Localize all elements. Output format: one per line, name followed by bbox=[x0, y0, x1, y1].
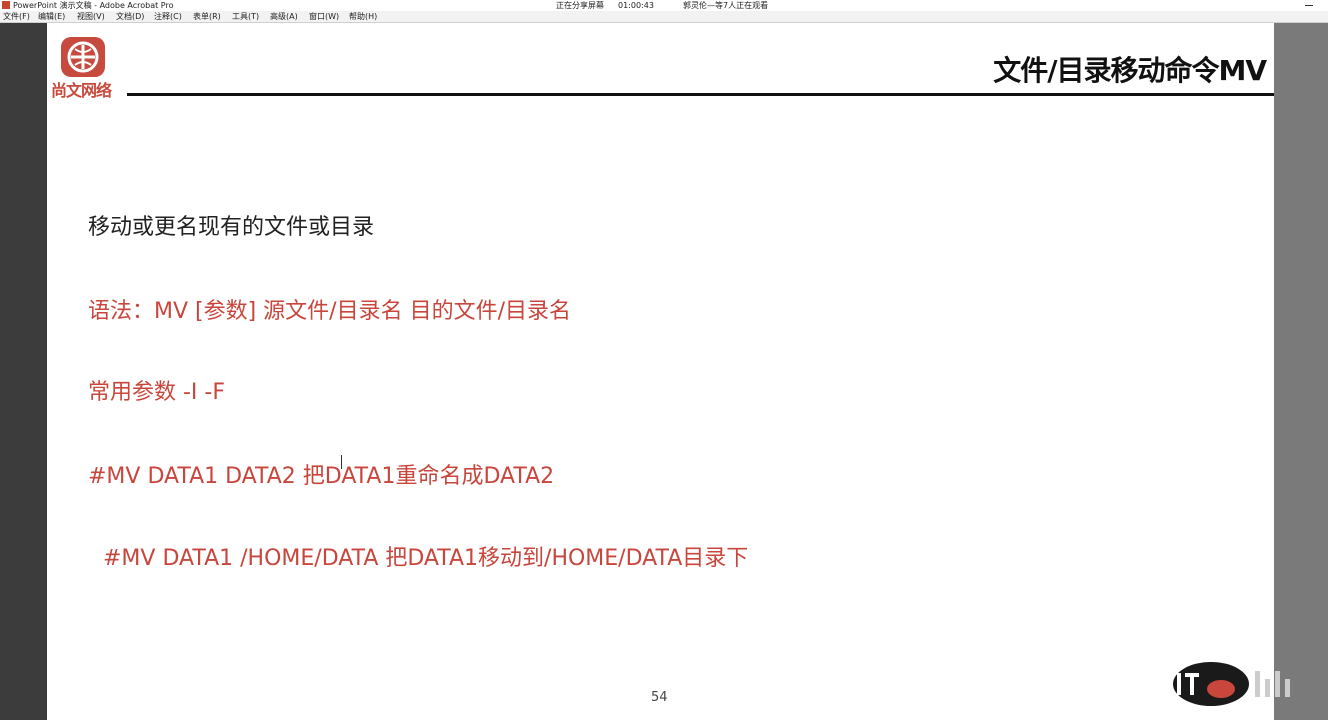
menu-comments[interactable]: 注释(C) bbox=[154, 11, 182, 22]
menu-tools[interactable]: 工具(T) bbox=[232, 11, 259, 22]
menu-bar: 文件(F) 编辑(E) 视图(V) 文档(D) 注释(C) 表单(R) 工具(T… bbox=[0, 11, 1328, 23]
menu-file[interactable]: 文件(F) bbox=[3, 11, 30, 22]
logo-text: 尚文网络 bbox=[51, 81, 112, 100]
menu-edit[interactable]: 编辑(E) bbox=[38, 11, 65, 22]
page-number: 54 bbox=[651, 690, 668, 705]
rename-example: #MV DATA1 DATA2 把DATA1重命名成DATA2 bbox=[88, 464, 555, 489]
share-timer: 01:00:43 bbox=[618, 1, 654, 10]
viewer-count: 郭灵伦—等7人正在观看 bbox=[683, 1, 769, 10]
header-divider bbox=[127, 93, 1274, 96]
window-title: PowerPoint 演示文稿 - Adobe Acrobat Pro bbox=[13, 1, 174, 10]
right-scroll-area[interactable] bbox=[1274, 23, 1328, 720]
minimize-button[interactable] bbox=[1304, 0, 1314, 11]
command-description: 移动或更名现有的文件或目录 bbox=[88, 215, 375, 240]
menu-help[interactable]: 帮助(H) bbox=[349, 11, 377, 22]
screen-share-status: 正在分享屏幕 bbox=[556, 1, 604, 10]
command-syntax: 语法：MV [参数] 源文件/目录名 目的文件/目录名 bbox=[88, 299, 572, 324]
menu-advanced[interactable]: 高级(A) bbox=[270, 11, 298, 22]
left-workspace bbox=[0, 23, 47, 720]
bilibili-watermark-icon bbox=[1173, 662, 1290, 706]
company-logo-icon bbox=[61, 37, 105, 77]
presentation-slide: 尚文网络 文件/目录移动命令MV 移动或更名现有的文件或目录 语法：MV [参数… bbox=[47, 23, 1290, 720]
slide-title: 文件/目录移动命令MV bbox=[993, 54, 1267, 87]
window-titlebar: PowerPoint 演示文稿 - Adobe Acrobat Pro 正在分享… bbox=[0, 0, 1328, 11]
move-example: #MV DATA1 /HOME/DATA 把DATA1移动到/HOME/DATA… bbox=[103, 546, 749, 571]
menu-document[interactable]: 文档(D) bbox=[116, 11, 144, 22]
menu-forms[interactable]: 表单(R) bbox=[193, 11, 221, 22]
text-cursor-icon bbox=[341, 455, 342, 469]
acrobat-app-icon bbox=[2, 1, 10, 9]
command-params: 常用参数 -I -F bbox=[88, 380, 226, 405]
menu-view[interactable]: 视图(V) bbox=[77, 11, 105, 22]
menu-window[interactable]: 窗口(W) bbox=[309, 11, 339, 22]
